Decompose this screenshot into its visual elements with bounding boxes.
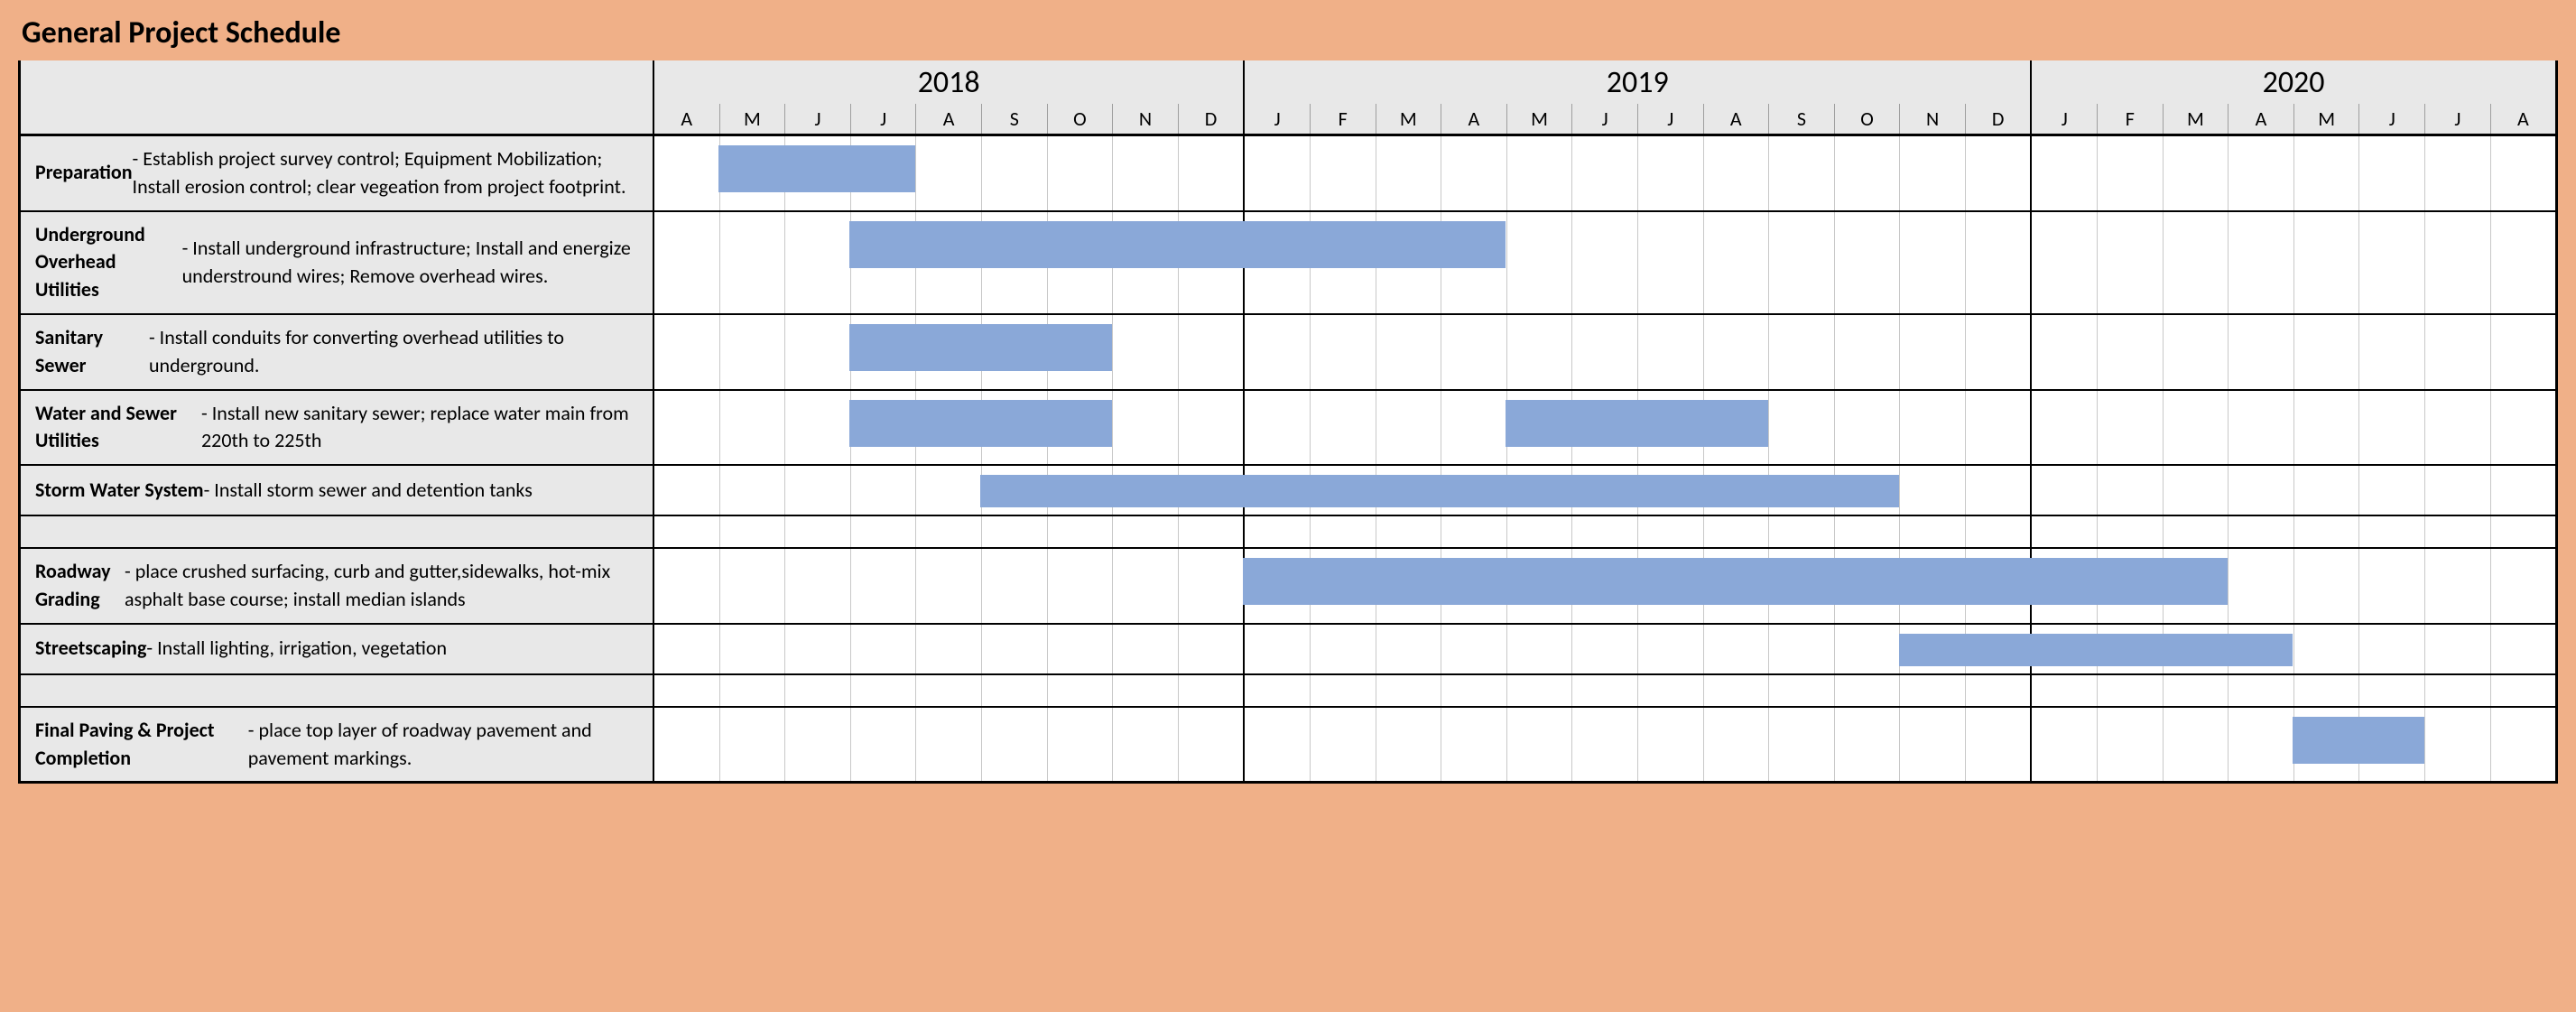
month-label: A — [2228, 104, 2293, 134]
task-row: Roadway Grading - place crushed surfacin… — [21, 547, 2555, 623]
month-label: F — [1310, 104, 1376, 134]
gantt-bar — [1506, 400, 1768, 447]
year-label: 2019 — [1243, 60, 2030, 104]
month-label: J — [2424, 104, 2490, 134]
page-title: General Project Schedule — [22, 14, 2558, 51]
month-label: A — [915, 104, 981, 134]
task-title: Sanitary Sewer — [35, 324, 149, 380]
task-label: Storm Water System- Install storm sewer … — [21, 464, 653, 515]
gantt-bar — [1243, 558, 2227, 605]
task-desc: - place top layer of roadway pavement an… — [248, 717, 638, 773]
month-label: A — [1441, 104, 1506, 134]
month-label: J — [2358, 104, 2424, 134]
task-label: Final Paving & Project Completion - plac… — [21, 706, 653, 782]
task-desc: - Establish project survey control; Equi… — [133, 145, 638, 201]
task-title: Underground Overhead Utilities — [35, 221, 182, 304]
page: General Project Schedule 201820192020 AM… — [0, 0, 2576, 809]
task-title: Roadway Grading — [35, 558, 125, 614]
month-label: M — [1376, 104, 1441, 134]
month-label: S — [981, 104, 1047, 134]
task-row: Preparation - Establish project survey c… — [21, 136, 2555, 210]
task-title: Final Paving & Project Completion — [35, 717, 248, 773]
task-desc: - place crushed surfacing, curb and gutt… — [125, 558, 638, 614]
gantt-bar — [849, 324, 1112, 371]
task-desc: - Install underground infrastructure; In… — [182, 235, 638, 291]
month-label: J — [1637, 104, 1703, 134]
task-desc: - Install conduits for converting overhe… — [149, 324, 638, 380]
month-label: S — [1768, 104, 1834, 134]
years-header: 201820192020 — [21, 60, 2555, 104]
task-row: Water and Sewer Utilities - Install new … — [21, 389, 2555, 465]
spacer-row — [21, 515, 2555, 547]
task-title: Streetscaping — [35, 635, 146, 663]
task-label: Water and Sewer Utilities - Install new … — [21, 389, 653, 465]
gantt-bar — [849, 400, 1112, 447]
month-label: N — [1899, 104, 1965, 134]
month-label: J — [850, 104, 916, 134]
month-label: M — [719, 104, 785, 134]
month-label: O — [1834, 104, 1900, 134]
task-desc: - Install storm sewer and detention tank… — [204, 477, 533, 505]
task-row: Storm Water System- Install storm sewer … — [21, 464, 2555, 515]
month-label: J — [2030, 104, 2097, 134]
month-label: M — [1506, 104, 1572, 134]
month-label: M — [2293, 104, 2359, 134]
task-title: Preparation — [35, 159, 133, 187]
task-row: Underground Overhead Utilities- Install … — [21, 210, 2555, 313]
task-label: Roadway Grading - place crushed surfacin… — [21, 547, 653, 623]
task-label: Sanitary Sewer- Install conduits for con… — [21, 313, 653, 389]
header-spacer — [21, 60, 653, 104]
gantt-bar — [718, 145, 915, 192]
month-label: D — [1965, 104, 2031, 134]
task-row: Sanitary Sewer- Install conduits for con… — [21, 313, 2555, 389]
spacer-row — [21, 673, 2555, 706]
task-row: Streetscaping- Install lighting, irrigat… — [21, 623, 2555, 673]
month-label: A — [2490, 104, 2556, 134]
gantt-bar — [980, 475, 1899, 507]
month-label: J — [1243, 104, 1310, 134]
months-header: AMJJASONDJFMAMJJASONDJFMAMJJA — [21, 104, 2555, 136]
gantt-bar — [1899, 634, 2293, 666]
task-label: Underground Overhead Utilities- Install … — [21, 210, 653, 313]
header-spacer-2 — [21, 104, 653, 136]
year-label: 2018 — [653, 60, 1243, 104]
gantt-chart: 201820192020 AMJJASONDJFMAMJJASONDJFMAMJ… — [18, 60, 2558, 784]
task-desc: - Install lighting, irrigation, vegetati… — [146, 635, 447, 663]
month-label: M — [2163, 104, 2229, 134]
task-title: Storm Water System — [35, 477, 204, 505]
month-label: A — [1703, 104, 1769, 134]
task-desc: - Install new sanitary sewer; replace wa… — [201, 400, 638, 456]
month-label: D — [1178, 104, 1244, 134]
gantt-bar — [2293, 717, 2423, 764]
month-label: J — [1571, 104, 1637, 134]
year-label: 2020 — [2030, 60, 2555, 104]
task-label: Preparation - Establish project survey c… — [21, 136, 653, 210]
month-label: F — [2097, 104, 2163, 134]
task-row: Final Paving & Project Completion - plac… — [21, 706, 2555, 782]
task-title: Water and Sewer Utilities — [35, 400, 201, 456]
month-label: N — [1112, 104, 1178, 134]
gantt-bar — [849, 221, 1506, 268]
month-label: A — [653, 104, 719, 134]
task-label: Streetscaping- Install lighting, irrigat… — [21, 623, 653, 673]
month-label: J — [784, 104, 850, 134]
month-label: O — [1047, 104, 1113, 134]
